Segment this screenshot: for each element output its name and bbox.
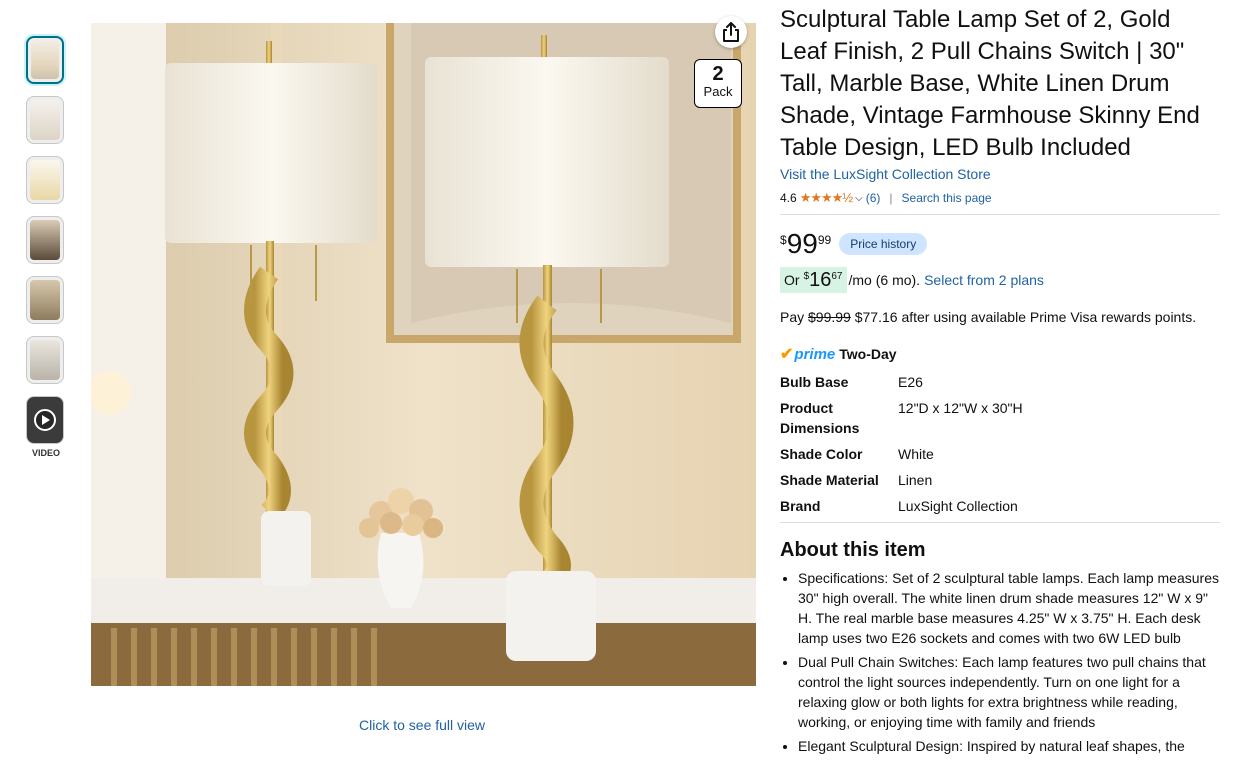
about-heading: About this item — [780, 539, 926, 561]
spec-key: Product Dimensions — [780, 400, 860, 436]
thumbnail-4[interactable] — [26, 216, 64, 264]
visa-pay: Pay — [780, 309, 805, 325]
divider — [780, 214, 1220, 215]
spec-row: Brand LuxSight Collection — [780, 496, 1220, 516]
product-title: Sculptural Table Lamp Set of 2, Gold Lea… — [780, 6, 1200, 161]
thumbnail-3[interactable] — [26, 156, 64, 204]
spec-key: Bulb Base — [780, 374, 849, 390]
visa-new-price: $77.16 — [854, 309, 898, 325]
spec-value: Linen — [898, 472, 933, 488]
rating-count-link[interactable]: (6) — [866, 191, 881, 205]
spec-key: Shade Color — [780, 446, 863, 462]
monthly-payment: Or $ 16 67 /mo (6 mo). Select from 2 pla… — [780, 267, 1220, 293]
spec-value: LuxSight Collection — [898, 498, 1018, 514]
thumbnail-2[interactable] — [26, 96, 64, 144]
main-product-image[interactable] — [91, 23, 756, 686]
full-view-link[interactable]: Click to see full view — [359, 717, 485, 733]
price-fraction: 99 — [817, 233, 832, 247]
divider — [780, 522, 1220, 523]
spec-row: Shade Material Linen — [780, 470, 1220, 490]
price-row: $ 99 99 Price history — [780, 229, 1220, 259]
price-currency: $ — [780, 233, 787, 247]
prime-badge: ✔ prime Two-Day — [780, 344, 1220, 364]
visa-rewards: Pay $99.99 $77.16 after using available … — [780, 309, 1220, 325]
list-item: Elegant Sculptural Design: Inspired by n… — [798, 736, 1220, 756]
prime-delivery: Two-Day — [839, 346, 897, 362]
search-page-link[interactable]: Search this page — [902, 191, 992, 205]
list-item: Dual Pull Chain Switches: Each lamp feat… — [798, 652, 1220, 732]
prime-check-icon: ✔ — [780, 346, 794, 363]
spec-key: Shade Material — [780, 472, 879, 488]
thumbnail-6[interactable] — [26, 336, 64, 384]
lamp-photo — [91, 23, 756, 686]
select-plans-link[interactable]: Select from 2 plans — [924, 272, 1044, 288]
product-details: Sculptural Table Lamp Set of 2, Gold Lea… — [780, 4, 1220, 760]
spec-value: 12"D x 12"W x 30"H — [898, 400, 1023, 416]
store-link[interactable]: Visit the LuxSight Collection Store — [780, 166, 1220, 182]
pack-text: Pack — [703, 84, 733, 99]
monthly-whole: 16 — [809, 269, 832, 291]
spec-table: Bulb Base E26 Product Dimensions 12"D x 12… — [780, 372, 1220, 516]
share-icon — [723, 22, 739, 42]
thumbnail-1[interactable] — [26, 36, 64, 84]
visa-old-price: $99.99 — [808, 309, 851, 325]
spec-row: Bulb Base E26 — [780, 372, 1220, 392]
thumbnail-5[interactable] — [26, 276, 64, 324]
about-list: Specifications: Set of 2 sculptural tabl… — [780, 568, 1220, 756]
play-icon — [34, 409, 56, 431]
share-button[interactable] — [715, 16, 747, 48]
thumbnail-list: VIDEO — [26, 36, 66, 458]
spec-key: Brand — [780, 498, 821, 514]
chevron-down-icon[interactable]: ⌵ — [855, 193, 863, 204]
monthly-suffix: /mo (6 mo). — [848, 272, 921, 288]
pack-badge: 2 Pack — [694, 59, 742, 108]
monthly-prefix: Or — [784, 272, 800, 288]
spec-value: White — [898, 446, 934, 462]
divider: | — [889, 191, 893, 205]
rating-value: 4.6 — [780, 191, 797, 205]
pack-number: 2 — [712, 63, 724, 85]
monthly-amount: Or $ 16 67 — [780, 267, 847, 293]
list-item: Specifications: Set of 2 sculptural tabl… — [798, 568, 1220, 648]
star-rating-icon[interactable]: ★★★★½ — [800, 190, 853, 206]
rating-row: 4.6 ★★★★½ ⌵ (6) | Search this page — [780, 188, 1220, 208]
thumbnail-video[interactable] — [26, 396, 64, 444]
monthly-fraction: 67 — [831, 271, 843, 282]
price-history-button[interactable]: Price history — [839, 233, 928, 255]
spec-row: Shade Color White — [780, 444, 1220, 464]
video-label: VIDEO — [31, 448, 60, 458]
price-whole: 99 — [786, 228, 818, 259]
spec-row: Product Dimensions 12"D x 12"W x 30"H — [780, 398, 1220, 438]
prime-logo: prime — [794, 345, 836, 363]
spec-value: E26 — [898, 374, 923, 390]
visa-text: after using available Prime Visa rewards… — [901, 309, 1197, 325]
